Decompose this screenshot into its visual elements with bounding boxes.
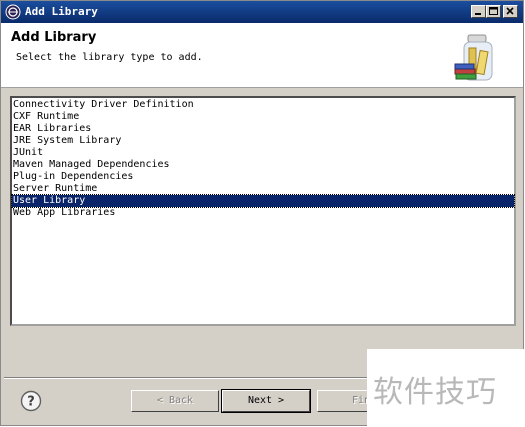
watermark-overlay: 软件技巧 <box>367 349 525 427</box>
library-type-list[interactable]: Connectivity Driver Definition CXF Runti… <box>10 96 516 326</box>
list-item[interactable]: Maven Managed Dependencies <box>12 159 514 171</box>
svg-text:?: ? <box>27 395 35 410</box>
list-item[interactable]: Plug-in Dependencies <box>12 171 514 183</box>
list-item[interactable]: Server Runtime <box>12 183 514 195</box>
maximize-button[interactable] <box>486 5 501 18</box>
minimize-button[interactable] <box>471 5 486 18</box>
eclipse-icon <box>5 4 21 20</box>
help-icon[interactable]: ? <box>20 390 42 412</box>
list-item[interactable]: JUnit <box>12 147 514 159</box>
close-button[interactable] <box>503 5 518 18</box>
window-title: Add Library <box>25 5 98 18</box>
list-item[interactable]: Web App Libraries <box>12 207 514 219</box>
page-description: Select the library type to add. <box>16 52 203 63</box>
page-title: Add Library <box>11 30 97 45</box>
maximize-icon <box>489 7 498 15</box>
list-item-selected[interactable]: User Library <box>11 194 515 208</box>
list-item[interactable]: JRE System Library <box>12 135 514 147</box>
list-item[interactable]: EAR Libraries <box>12 123 514 135</box>
watermark-text: 软件技巧 <box>373 375 497 410</box>
close-icon <box>506 7 514 15</box>
minimize-icon <box>475 13 481 15</box>
next-button[interactable]: Next > <box>221 389 311 413</box>
library-jar-icon <box>454 34 493 81</box>
title-bar[interactable]: Add Library <box>1 1 523 23</box>
list-item[interactable]: Connectivity Driver Definition <box>12 99 514 111</box>
list-item[interactable]: CXF Runtime <box>12 111 514 123</box>
wizard-header: Add Library Select the library type to a… <box>1 23 523 88</box>
back-button[interactable]: < Back <box>131 390 219 412</box>
